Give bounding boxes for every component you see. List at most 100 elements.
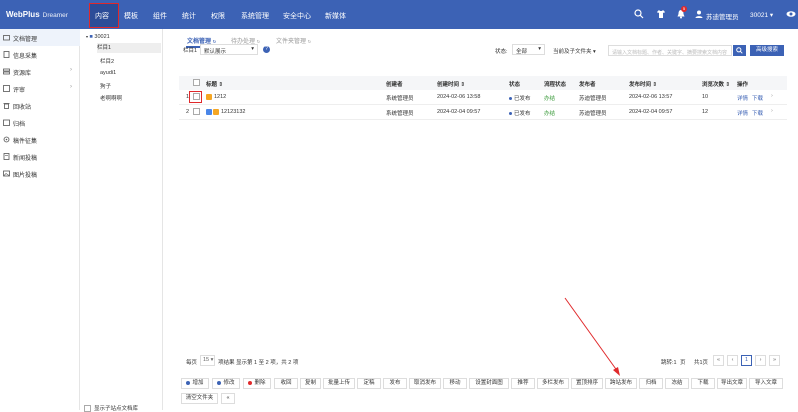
row-created: 2024-02-06 13:58 (437, 94, 481, 100)
sidebar-item-collect[interactable]: 信息采集 (0, 46, 80, 63)
clear-folder-button[interactable]: 清空文件夹 (181, 393, 218, 404)
recommend-button[interactable]: 推荐 (511, 378, 535, 389)
select-all-checkbox[interactable] (193, 79, 200, 86)
next-page-button[interactable]: › (755, 355, 766, 366)
nav-security[interactable]: 安全中心 (283, 11, 311, 21)
collapse-button[interactable]: « (221, 393, 235, 404)
caret-down-icon: ▾ (538, 46, 541, 52)
finalize-button[interactable]: 定稿 (357, 378, 381, 389)
chevron-right-icon: › (70, 84, 72, 90)
col-published[interactable]: 发布时间 ⇕ (629, 80, 657, 88)
row-views: 12 (702, 109, 709, 115)
search-icon[interactable] (634, 9, 644, 19)
per-page-select[interactable]: 15 ▾ (200, 355, 215, 366)
chevron-right-icon[interactable]: › (771, 108, 773, 114)
nav-system[interactable]: 系统管理 (241, 11, 269, 21)
sidebar-item-review[interactable]: 评审 › (0, 80, 80, 97)
download-link[interactable]: 下载 (752, 109, 763, 117)
status-select[interactable]: 全部 ▾ (512, 44, 545, 55)
archive-button[interactable]: 归档 (639, 378, 663, 389)
nav-template[interactable]: 模板 (124, 11, 138, 21)
search-input[interactable]: 请输入文档标题、作者、关键字、摘要搜索文档内容 (608, 45, 732, 56)
unpublish-button[interactable]: 取消发布 (409, 378, 441, 389)
nav-permission[interactable]: 权限 (211, 11, 225, 21)
status-dot-icon (509, 112, 512, 116)
nav-statistics[interactable]: 统计 (182, 11, 196, 21)
news-icon (3, 153, 10, 160)
tree-node-column1[interactable]: 栏目1 (97, 43, 161, 53)
chevron-right-icon: › (70, 67, 72, 73)
eye-icon[interactable] (786, 9, 796, 19)
checkbox[interactable] (84, 405, 91, 412)
chevron-right-icon[interactable]: › (771, 93, 773, 99)
shirt-icon[interactable] (656, 9, 666, 19)
freeze-button[interactable]: 冻结 (665, 378, 689, 389)
sidebar-item-docs[interactable]: 文档管理 (0, 29, 80, 46)
detail-link[interactable]: 详情 (737, 94, 748, 102)
help-icon[interactable]: ? (263, 46, 270, 53)
row-status: 已发布 (509, 109, 531, 117)
multi-publish-button[interactable]: 多栏发布 (537, 378, 569, 389)
add-button[interactable]: 增加 (181, 378, 209, 389)
sidebar-item-recycle[interactable]: 回收站 (0, 97, 80, 114)
move-button[interactable]: 移动 (443, 378, 467, 389)
review-icon (3, 85, 10, 92)
display-select[interactable]: 默认展示 ▾ (200, 44, 258, 55)
row-checkbox[interactable] (193, 108, 200, 115)
row-status: 已发布 (509, 94, 531, 102)
col-views[interactable]: 浏览次数 ⇕ (702, 80, 730, 88)
set-cover-button[interactable]: 设置封面图 (469, 378, 509, 389)
pagination-summary: 项结果 显示第 1 至 2 项，共 2 项 (218, 360, 299, 366)
tree-node-ayudi[interactable]: ayudi1 (100, 70, 116, 80)
sidebar-item-image-submit[interactable]: 图片投稿 (0, 165, 80, 182)
tree-node-laoa[interactable]: 老啊啊啊 (100, 94, 122, 104)
row-published: 2024-02-06 13:57 (629, 94, 673, 100)
last-page-button[interactable]: » (769, 355, 780, 366)
download-link[interactable]: 下载 (752, 94, 763, 102)
nav-component[interactable]: 组件 (153, 11, 167, 21)
col-created[interactable]: 创建时间 ⇕ (437, 80, 465, 88)
row-title[interactable]: 1212 (214, 94, 226, 100)
publish-button[interactable]: 发布 (383, 378, 407, 389)
nav-content[interactable]: 内容 (95, 11, 109, 21)
batch-upload-button[interactable]: 批量上传 (323, 378, 355, 389)
cross-site-publish-button[interactable]: 跨站发布 (605, 378, 637, 389)
import-button[interactable]: 导入文章 (749, 378, 783, 389)
search-button[interactable] (733, 45, 746, 56)
tree-node-column2[interactable]: 栏目2 (100, 57, 114, 67)
export-button[interactable]: 导出文章 (717, 378, 747, 389)
tab-folder-manage[interactable]: 文件夹管理 ↻ (276, 36, 311, 45)
copy-button[interactable]: 复制 (300, 378, 321, 389)
recall-button[interactable]: 收回 (274, 378, 298, 389)
col-title[interactable]: 标题 ⇕ (206, 80, 223, 88)
advanced-search-button[interactable]: 高级搜索 (750, 45, 784, 56)
row-flow: 办结 (544, 111, 556, 117)
row-title[interactable]: 12123132 (221, 109, 245, 115)
pin-sort-button[interactable]: 置顶排序 (571, 378, 603, 389)
folder-icon: ■ (89, 34, 93, 40)
sidebar-item-news-submit[interactable]: 新闻投稿 (0, 148, 80, 165)
detail-link[interactable]: 详情 (737, 109, 748, 117)
col-status: 状态 (509, 82, 521, 88)
sidebar-item-archive[interactable]: 归档 (0, 114, 80, 131)
goto-page[interactable]: 跳转:1 (661, 358, 677, 366)
edit-button[interactable]: 修改 (212, 378, 240, 389)
row-divider (179, 104, 787, 105)
prev-page-button[interactable]: ‹ (727, 355, 738, 366)
row-creator: 系统管理员 (386, 111, 414, 117)
search-icon (736, 47, 743, 54)
download-button[interactable]: 下载 (691, 378, 715, 389)
col-flow: 流程状态 (544, 82, 567, 88)
sidebar-item-solicit[interactable]: 稿件征集 (0, 131, 80, 148)
user-name[interactable]: 苏迪管理员 (706, 11, 739, 21)
scope-select[interactable]: 当前及子文件夹 ▾ (553, 47, 596, 55)
page-1-button[interactable]: 1 (741, 355, 752, 366)
nav-media[interactable]: 新媒体 (325, 11, 346, 21)
tree-node-dog[interactable]: 狗子 (100, 82, 111, 92)
delete-button[interactable]: 删除 (243, 378, 271, 389)
notification-badge: 5 (681, 6, 687, 12)
sidebar-item-resources[interactable]: 资源库 › (0, 63, 80, 80)
site-selector[interactable]: 30021 ▾ (750, 11, 773, 19)
first-page-button[interactable]: « (713, 355, 724, 366)
show-sub-site-toggle[interactable]: 显示子站点文档库 (84, 404, 138, 412)
